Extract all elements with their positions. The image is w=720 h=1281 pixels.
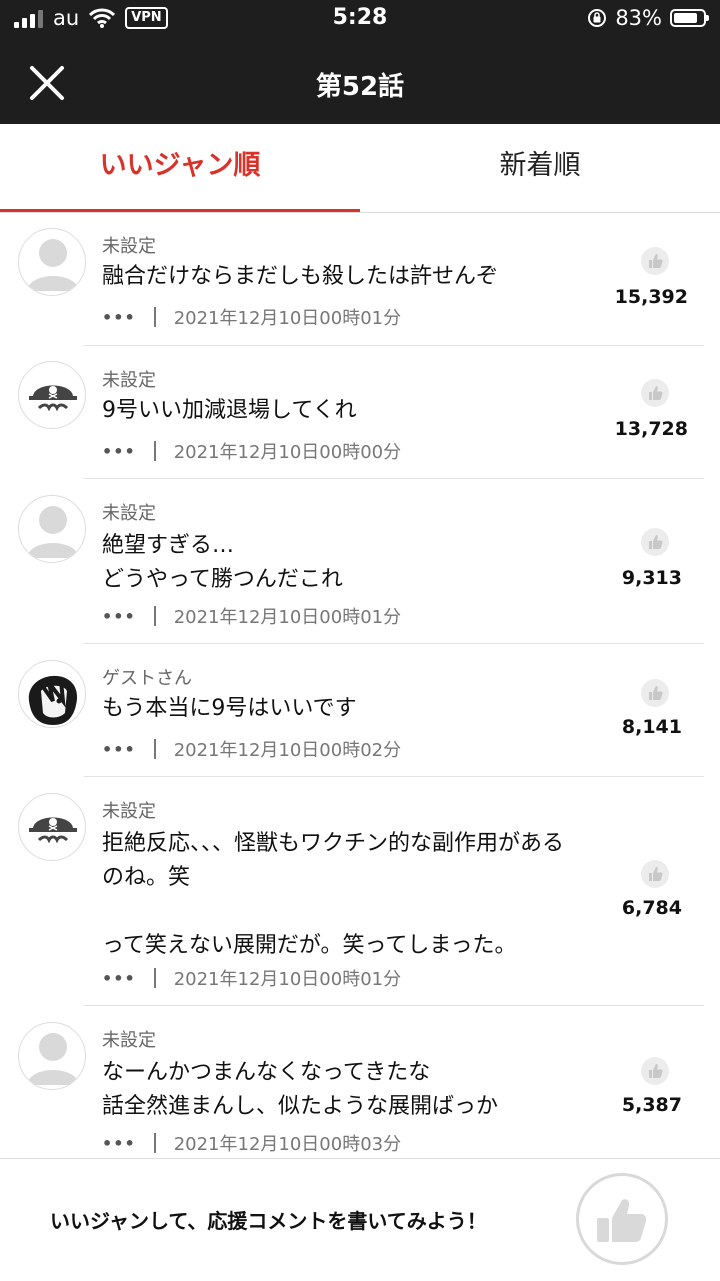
battery-icon: [670, 9, 709, 27]
comment-text: 融合だけならまだしも殺したは許せんぞ: [102, 264, 499, 289]
meta-separator: [153, 739, 156, 759]
meta-separator: [153, 441, 156, 461]
manga-avatar-icon[interactable]: [18, 660, 86, 728]
comment-date: 2021年12月10日00時01分: [173, 969, 402, 990]
meta-separator: [153, 606, 156, 626]
like-count: 5,387: [621, 1094, 682, 1116]
like-count: 9,313: [621, 567, 682, 589]
comment-username: ゲストさん: [102, 668, 192, 689]
meta-separator: [153, 968, 156, 988]
status-right: 83%: [587, 6, 709, 30]
comment-text: 絶望すぎる… どうやって勝つんだこれ: [102, 533, 343, 592]
comment-meta: ••• 2021年12月10日00時01分: [102, 304, 401, 330]
close-button[interactable]: [22, 58, 72, 108]
comment-date: 2021年12月10日00時00分: [173, 442, 402, 463]
battery-percent: 83%: [615, 6, 662, 30]
bottom-bar: いいジャンして、応援コメントを書いてみよう！: [0, 1158, 720, 1281]
comment-prompt[interactable]: いいジャンして、応援コメントを書いてみよう！: [50, 1205, 487, 1234]
pirate-avatar-icon[interactable]: [18, 793, 86, 861]
tab-popular[interactable]: いいジャン順: [0, 124, 360, 212]
meta-separator: [153, 307, 156, 327]
comment-text: 9号いい加減退場してくれ: [102, 398, 357, 423]
comment-meta: ••• 2021年12月10日00時01分: [102, 965, 401, 991]
comment-username: 未設定: [102, 503, 156, 524]
more-options-button[interactable]: •••: [102, 969, 136, 988]
comment-date: 2021年12月10日00時01分: [173, 607, 402, 628]
comment-date: 2021年12月10日00時01分: [173, 308, 402, 329]
like-count: 15,392: [614, 286, 688, 308]
sort-tabs: いいジャン順 新着順: [0, 124, 720, 213]
more-options-button[interactable]: •••: [102, 1134, 136, 1153]
comment-divider: [84, 776, 704, 777]
comment-meta: ••• 2021年12月10日00時01分: [102, 603, 401, 629]
like-thumb-icon[interactable]: [640, 1056, 670, 1086]
comment-date: 2021年12月10日00時02分: [173, 740, 402, 761]
pirate-avatar-icon[interactable]: [18, 361, 86, 429]
like-button[interactable]: [576, 1173, 668, 1265]
tab-newest[interactable]: 新着順: [360, 124, 720, 212]
comment-divider: [84, 478, 704, 479]
comment-username: 未設定: [102, 801, 156, 822]
comment-meta: ••• 2021年12月10日00時00分: [102, 438, 401, 464]
more-options-button[interactable]: •••: [102, 308, 136, 327]
like-count: 8,141: [621, 716, 682, 738]
comment-meta: ••• 2021年12月10日00時03分: [102, 1130, 401, 1156]
default-avatar-icon[interactable]: [18, 1022, 86, 1090]
rotation-lock-icon: [588, 9, 607, 27]
comment-divider: [84, 643, 704, 644]
like-count: 6,784: [621, 897, 682, 919]
default-avatar-icon[interactable]: [18, 495, 86, 563]
header-bar: 第52話: [0, 40, 720, 124]
more-options-button[interactable]: •••: [102, 740, 136, 759]
default-avatar-icon[interactable]: [18, 228, 86, 296]
like-thumb-icon[interactable]: [640, 678, 670, 708]
like-count: 13,728: [614, 418, 688, 440]
status-bar: au VPN 5:28 83%: [0, 0, 720, 40]
comment-date: 2021年12月10日00時03分: [173, 1134, 402, 1155]
comment-username: 未設定: [102, 236, 156, 257]
close-icon: [30, 66, 64, 100]
comment-username: 未設定: [102, 1030, 156, 1051]
comment-text: もう本当に9号はいいです: [102, 696, 357, 721]
like-thumb-icon[interactable]: [640, 859, 670, 889]
comment-username: 未設定: [102, 370, 156, 391]
meta-separator: [153, 1133, 156, 1153]
more-options-button[interactable]: •••: [102, 442, 136, 461]
comment-divider: [84, 1005, 704, 1006]
like-thumb-icon[interactable]: [640, 378, 670, 408]
comment-divider: [84, 345, 704, 346]
page-title: 第52話: [315, 72, 405, 102]
thumbs-up-icon: [597, 1199, 647, 1242]
more-options-button[interactable]: •••: [102, 607, 136, 626]
comment-meta: ••• 2021年12月10日00時02分: [102, 736, 401, 762]
comment-text: なーんかつまんなくなってきたな 話全然進まんし、似たような展開ばっか: [102, 1060, 499, 1119]
like-thumb-icon[interactable]: [640, 527, 670, 557]
comment-text: 拒絶反応、、、怪獣もワクチン的な副作用があるのね。笑 って笑えない展開だが。笑っ…: [102, 831, 565, 958]
like-thumb-icon[interactable]: [640, 246, 670, 276]
